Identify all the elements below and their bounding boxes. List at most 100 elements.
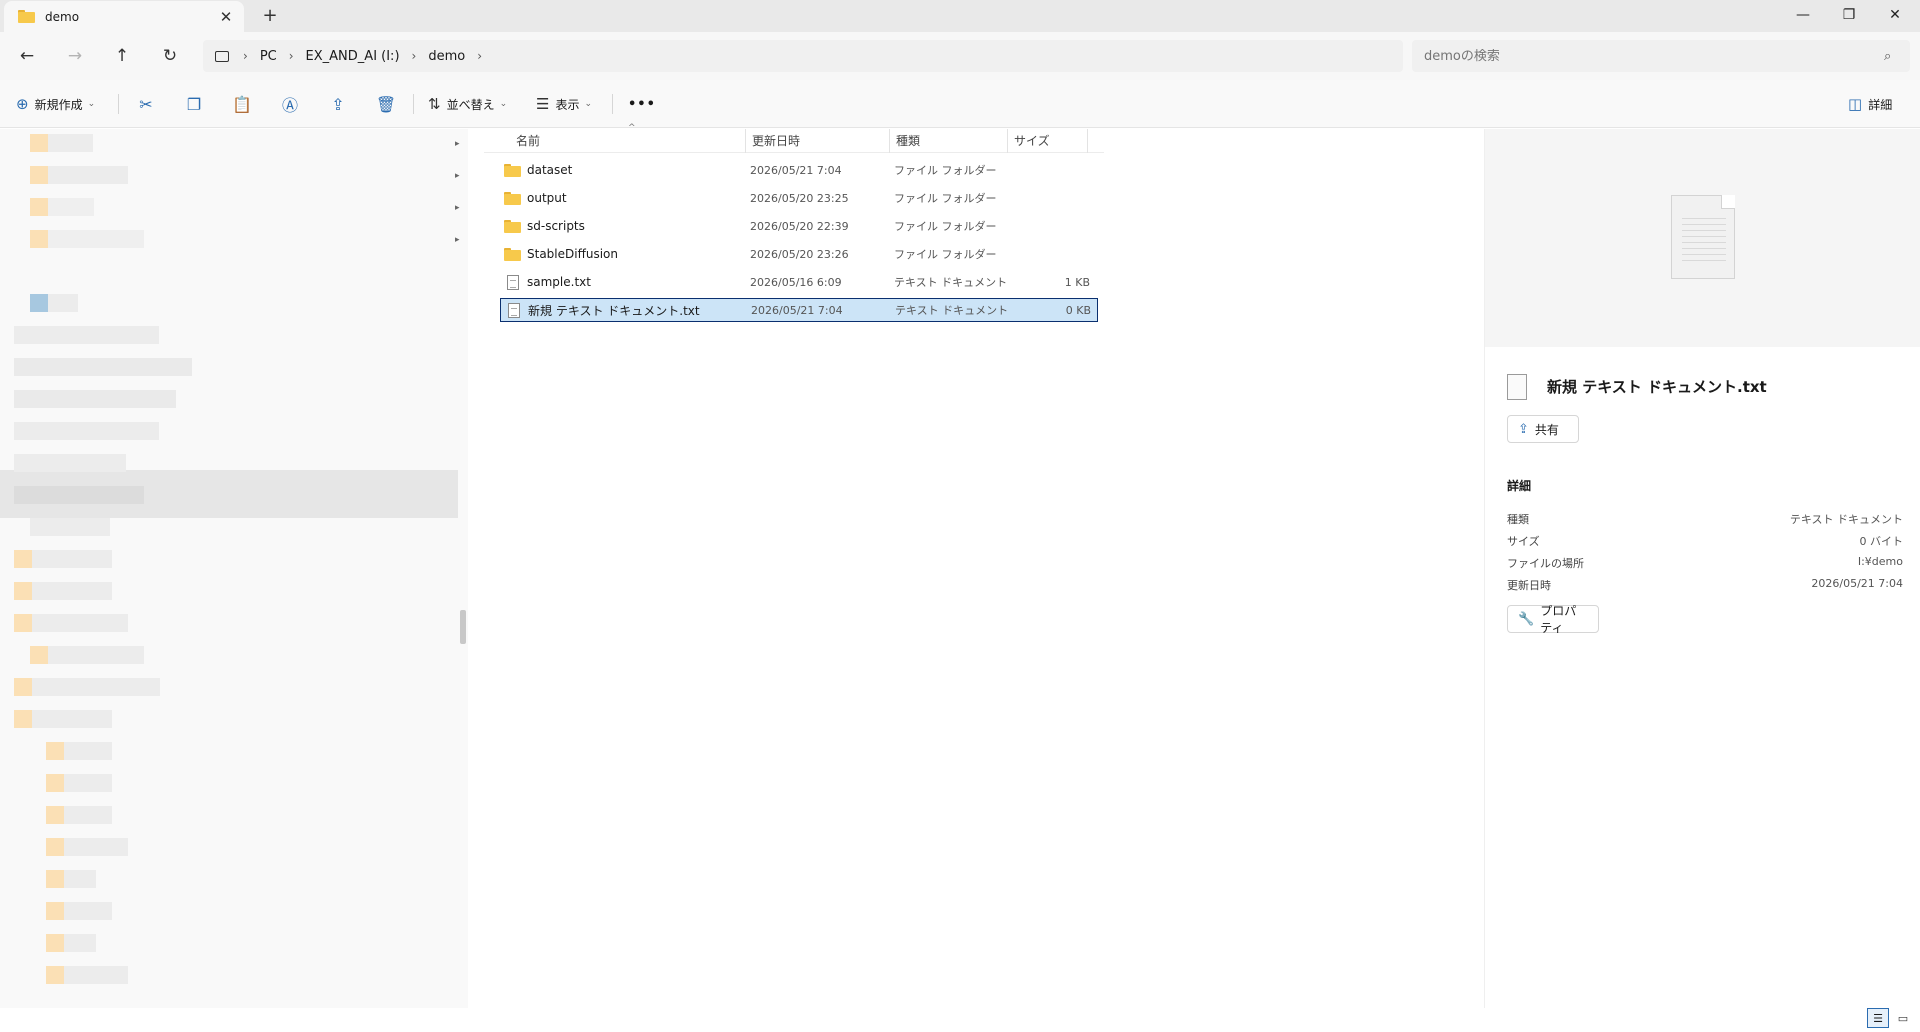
property-value: テキスト ドキュメント <box>1789 513 1903 526</box>
file-date: 2026/05/20 23:26 <box>750 247 849 261</box>
nav-item[interactable] <box>14 614 128 632</box>
file-list[interactable]: 名前 ^ 更新日時 種類 サイズ dataset 2026/05/21 7:04… <box>484 123 1484 1009</box>
file-row-stablediffusion[interactable]: StableDiffusion 2026/05/20 23:26 ファイル フォ… <box>500 242 1098 266</box>
search-icon[interactable]: ⌕ <box>1884 49 1898 64</box>
file-row-dataset[interactable]: dataset 2026/05/21 7:04 ファイル フォルダー <box>500 158 1098 182</box>
file-name: sd-scripts <box>527 219 585 233</box>
file-row-new-text-document[interactable]: 新規 テキスト ドキュメント.txt 2026/05/21 7:04 テキスト … <box>500 298 1098 322</box>
details-pane-icon: ◫ <box>1848 95 1863 113</box>
nav-item[interactable] <box>14 358 192 376</box>
cut-icon[interactable]: ✂ <box>130 90 162 118</box>
close-window-button[interactable]: ✕ <box>1872 0 1918 30</box>
nav-item[interactable] <box>30 198 94 216</box>
nav-item[interactable] <box>14 710 112 728</box>
up-arrow-icon[interactable]: ↑ <box>108 44 136 68</box>
nav-item[interactable] <box>30 134 93 152</box>
nav-item[interactable] <box>46 902 112 920</box>
minimize-button[interactable]: — <box>1780 0 1826 30</box>
new-button[interactable]: ⊕ 新規作成 ⌄ <box>16 90 95 118</box>
file-type: ファイル フォルダー <box>894 192 997 205</box>
file-row-output[interactable]: output 2026/05/20 23:25 ファイル フォルダー <box>500 186 1098 210</box>
file-row-sample-txt[interactable]: sample.txt 2026/05/16 6:09 テキスト ドキュメント 1… <box>500 270 1098 294</box>
nav-item[interactable] <box>46 934 96 952</box>
navigation-pane[interactable]: ▸ ▸ ▸ ▸ <box>0 129 468 1009</box>
back-arrow-icon[interactable]: ← <box>13 44 41 68</box>
close-tab-icon[interactable]: ✕ <box>218 8 234 26</box>
nav-item[interactable] <box>46 774 112 792</box>
new-tab-button[interactable]: + <box>258 5 282 27</box>
details-view-icon[interactable]: ☰ <box>1867 1008 1889 1028</box>
file-size: 1 KB <box>1064 275 1090 289</box>
properties-label: プロパティ <box>1540 604 1577 635</box>
nav-item[interactable] <box>46 870 96 888</box>
nav-item[interactable] <box>14 422 159 440</box>
chevron-right-icon[interactable]: ▸ <box>455 235 465 245</box>
chevron-right-icon[interactable]: ▸ <box>455 203 465 213</box>
address-bar[interactable]: › PC › EX_AND_AI (I:) › demo › <box>203 40 1403 72</box>
more-options-icon[interactable]: ••• <box>628 90 656 118</box>
file-type: テキスト ドキュメント <box>895 304 1009 317</box>
nav-item[interactable] <box>14 486 144 504</box>
breadcrumb-demo[interactable]: demo <box>428 49 465 64</box>
paste-icon[interactable]: 📋 <box>226 90 258 118</box>
column-header-size[interactable]: サイズ <box>1008 129 1088 153</box>
nav-item[interactable] <box>46 806 112 824</box>
nav-item[interactable] <box>30 646 144 664</box>
details-pane-button[interactable]: ◫ 詳細 <box>1848 90 1892 118</box>
column-header-type[interactable]: 種類 <box>890 129 1008 153</box>
chevron-down-icon: ⌄ <box>584 99 593 109</box>
sort-icon: ⇅ <box>428 95 441 113</box>
maximize-button[interactable]: ❐ <box>1826 0 1872 30</box>
nav-item[interactable] <box>46 838 128 856</box>
folder-icon <box>504 219 521 233</box>
nav-item[interactable] <box>14 326 159 344</box>
share-label: 共有 <box>1534 422 1559 437</box>
nav-item[interactable] <box>14 390 176 408</box>
breadcrumb-pc[interactable]: PC <box>260 49 277 64</box>
delete-icon[interactable]: 🗑 <box>370 90 402 118</box>
search-box[interactable]: ⌕ <box>1412 40 1910 72</box>
nav-item[interactable] <box>14 582 112 600</box>
forward-arrow-icon[interactable]: → <box>61 44 89 68</box>
chevron-right-icon[interactable]: › <box>477 49 482 63</box>
nav-item[interactable] <box>30 230 144 248</box>
nav-item[interactable] <box>46 966 128 984</box>
copy-icon[interactable]: ❐ <box>178 90 210 118</box>
file-row-sd-scripts[interactable]: sd-scripts 2026/05/20 22:39 ファイル フォルダー <box>500 214 1098 238</box>
nav-item[interactable] <box>14 550 112 568</box>
nav-item[interactable] <box>30 294 78 312</box>
search-input[interactable] <box>1424 48 1884 64</box>
folder-icon <box>504 163 521 177</box>
refresh-icon[interactable]: ↻ <box>156 44 184 68</box>
tab-demo[interactable]: demo ✕ <box>4 1 244 32</box>
property-key: サイズ <box>1507 535 1540 548</box>
address-row: ← → ↑ ↻ › PC › EX_AND_AI (I:) › demo › ⌕ <box>0 32 1920 80</box>
breadcrumb-drive[interactable]: EX_AND_AI (I:) <box>306 49 400 64</box>
nav-item[interactable] <box>30 518 110 536</box>
file-date: 2026/05/21 7:04 <box>750 163 842 177</box>
column-header-date[interactable]: 更新日時 <box>746 129 890 153</box>
details-pane: 新規 テキスト ドキュメント.txt ⇪ 共有 詳細 種類 テキスト ドキュメン… <box>1484 129 1920 1009</box>
chevron-right-icon[interactable]: ▸ <box>455 171 465 181</box>
property-row: 更新日時 2026/05/21 7:04 <box>1507 577 1903 595</box>
nav-item[interactable] <box>14 678 160 696</box>
share-icon: ⇪ <box>1518 421 1529 437</box>
chevron-right-icon[interactable]: ▸ <box>455 139 465 149</box>
sort-label: 並べ替え <box>446 97 495 112</box>
chevron-right-icon: › <box>288 49 294 63</box>
rename-icon[interactable]: Ⓐ <box>274 90 306 118</box>
share-button[interactable]: ⇪ 共有 <box>1507 415 1579 443</box>
separator <box>413 94 414 114</box>
property-value: 2026/05/21 7:04 <box>1811 577 1903 590</box>
file-type: ファイル フォルダー <box>894 248 997 261</box>
sort-button[interactable]: ⇅ 並べ替え ⌄ <box>428 90 507 118</box>
share-icon[interactable]: ⇪ <box>322 90 354 118</box>
nav-item[interactable] <box>14 454 126 472</box>
view-button[interactable]: ☰ 表示 ⌄ <box>536 90 592 118</box>
nav-item[interactable] <box>46 742 112 760</box>
nav-scroll-handle[interactable] <box>460 610 466 644</box>
view-label: 表示 <box>555 97 580 112</box>
large-icons-view-icon[interactable]: ▭ <box>1892 1008 1914 1028</box>
properties-button[interactable]: 🔧 プロパティ <box>1507 604 1599 635</box>
nav-item[interactable] <box>30 166 128 184</box>
